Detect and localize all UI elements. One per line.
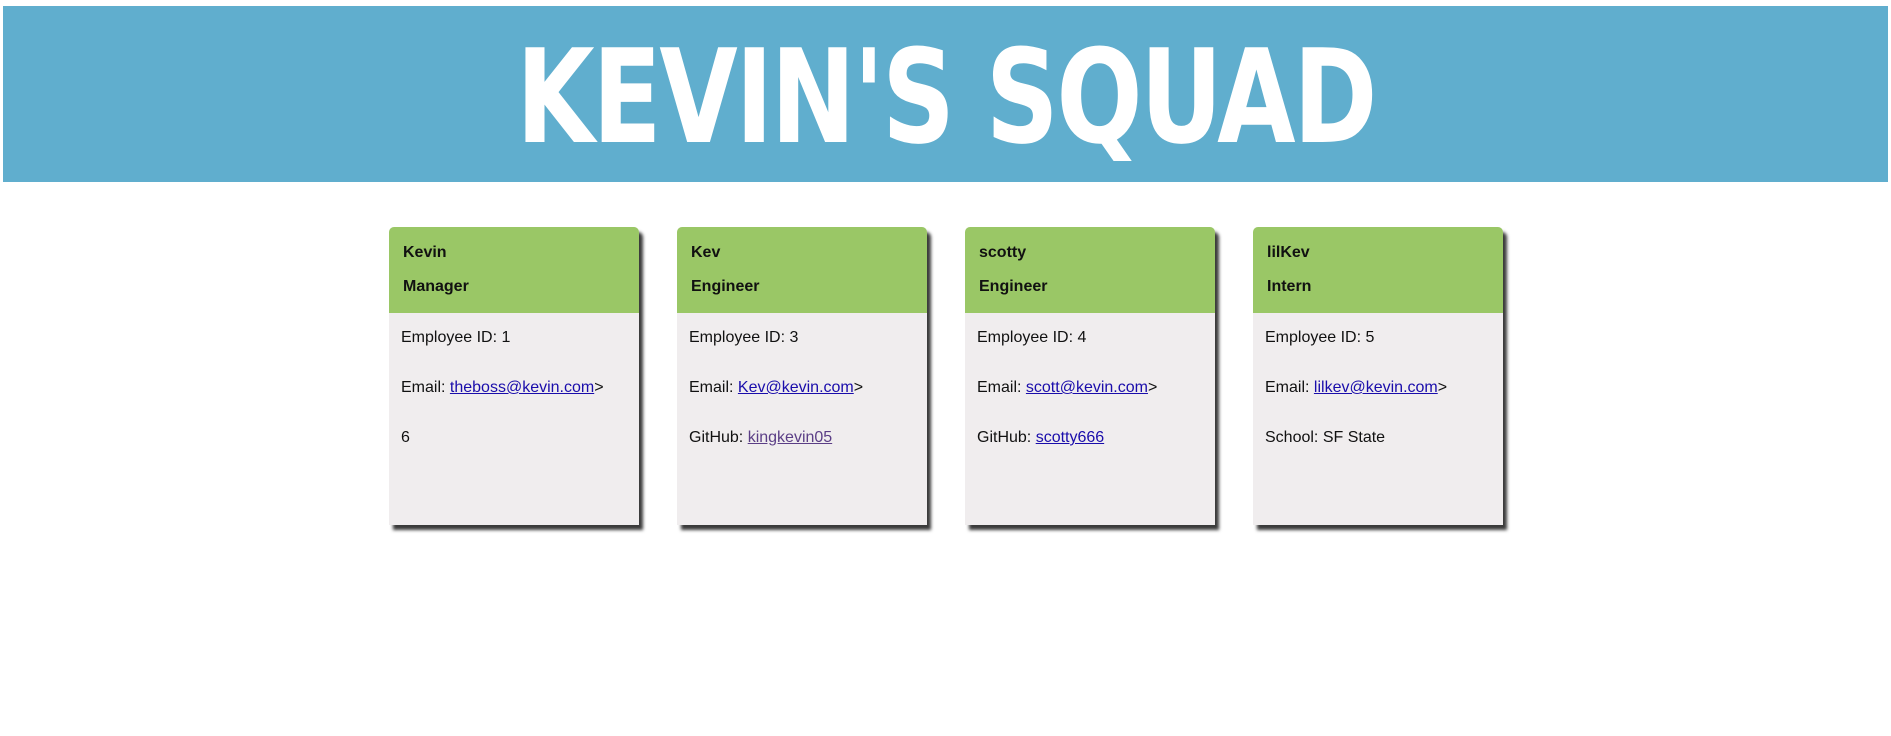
- employee-name: scotty: [979, 244, 1027, 261]
- employee-card-lilkev: lilKev Intern Employee ID: 5 Email: lilk…: [1253, 227, 1503, 525]
- employee-name: lilKev: [1267, 244, 1310, 261]
- employee-card-kevin: Kevin Manager Employee ID: 1 Email: theb…: [389, 227, 639, 525]
- email-label: Email:: [689, 379, 738, 396]
- card-header: scotty Engineer: [965, 227, 1215, 313]
- email-suffix: >: [1437, 379, 1448, 396]
- email-label: Email:: [401, 379, 450, 396]
- email-label: Email:: [977, 379, 1026, 396]
- card-body: Employee ID: 4 Email: scott@kevin.com> G…: [965, 313, 1215, 478]
- github-row: GitHub: scotty666: [977, 428, 1203, 478]
- employee-id: Employee ID: 1: [401, 329, 511, 346]
- page-title: KEVIN'S SQUAD: [516, 21, 1377, 173]
- email-row: Email: Kev@kevin.com>: [689, 378, 915, 428]
- card-body: Employee ID: 3 Email: Kev@kevin.com> Git…: [677, 313, 927, 478]
- github-label: GitHub:: [977, 429, 1036, 446]
- employee-role: Intern: [1267, 278, 1312, 295]
- employee-role: Manager: [403, 278, 469, 295]
- card-header: lilKev Intern: [1253, 227, 1503, 313]
- github-row: GitHub: kingkevin05: [689, 428, 915, 478]
- card-header: Kev Engineer: [677, 227, 927, 313]
- employee-card-scotty: scotty Engineer Employee ID: 4 Email: sc…: [965, 227, 1215, 525]
- email-link[interactable]: theboss@kevin.com: [450, 379, 594, 396]
- school-row: School: SF State: [1265, 428, 1491, 478]
- employee-role: Engineer: [691, 278, 760, 295]
- employee-id: Employee ID: 4: [977, 329, 1087, 346]
- office-number: 6: [401, 429, 410, 446]
- email-suffix: >: [594, 379, 604, 396]
- email-row: Email: scott@kevin.com>: [977, 378, 1203, 428]
- card-body: Employee ID: 1 Email: theboss@kevin.com>…: [389, 313, 639, 478]
- employee-role: Engineer: [979, 278, 1048, 295]
- header-banner: KEVIN'S SQUAD: [3, 6, 1888, 182]
- school-label: School:: [1265, 429, 1323, 446]
- email-suffix: >: [853, 379, 864, 396]
- email-row: Email: lilkev@kevin.com>: [1265, 378, 1491, 428]
- email-link[interactable]: Kev@kevin.com: [738, 379, 854, 396]
- employee-name: Kevin: [403, 244, 447, 261]
- employee-id: Employee ID: 5: [1265, 329, 1375, 346]
- email-label: Email:: [1265, 379, 1314, 396]
- github-link[interactable]: scotty666: [1036, 429, 1104, 446]
- employee-name: Kev: [691, 244, 721, 261]
- email-link[interactable]: scott@kevin.com: [1026, 379, 1148, 396]
- email-suffix: >: [1147, 379, 1158, 396]
- github-label: GitHub:: [689, 429, 748, 446]
- email-link[interactable]: lilkev@kevin.com: [1314, 379, 1438, 396]
- email-row: Email: theboss@kevin.com>: [401, 378, 627, 428]
- card-body: Employee ID: 5 Email: lilkev@kevin.com> …: [1253, 313, 1503, 478]
- team-cards: Kevin Manager Employee ID: 1 Email: theb…: [389, 227, 1503, 525]
- card-header: Kevin Manager: [389, 227, 639, 313]
- employee-card-kev: Kev Engineer Employee ID: 3 Email: Kev@k…: [677, 227, 927, 525]
- employee-id: Employee ID: 3: [689, 329, 799, 346]
- school-value: SF State: [1322, 429, 1386, 446]
- github-link[interactable]: kingkevin05: [748, 429, 833, 446]
